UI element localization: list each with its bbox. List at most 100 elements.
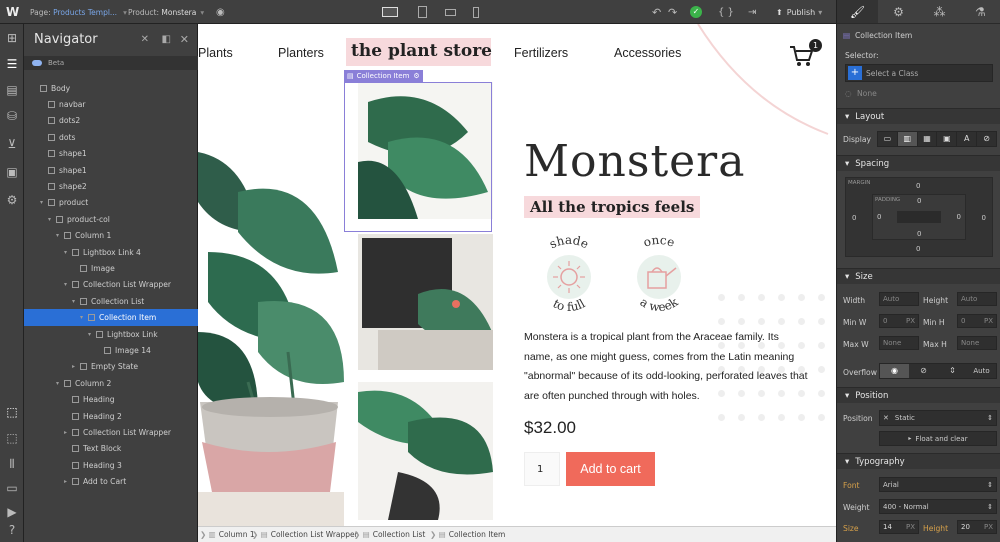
display-grid-icon[interactable]: ▦ <box>918 132 938 146</box>
position-section-header[interactable]: ▾ Position <box>837 387 1000 403</box>
breadcrumb-item[interactable]: ❯ ▥ Column 1 <box>200 530 255 539</box>
export-icon[interactable]: ⇥ <box>748 0 756 24</box>
min-height-input[interactable]: 0 PX <box>957 314 997 328</box>
navigator-item[interactable]: ▸ Add to Cart <box>24 473 198 489</box>
settings-gear-icon[interactable]: ⚙ <box>4 192 20 208</box>
display-flex-icon[interactable]: ▥ <box>897 132 918 146</box>
store-logo[interactable]: the plant store <box>351 41 492 61</box>
navigator-item[interactable]: ▾ product-col <box>24 211 198 227</box>
min-width-input[interactable]: 0 PX <box>879 314 919 328</box>
navigator-item[interactable]: navbar <box>24 96 198 112</box>
expand-arrow-icon[interactable]: ▾ <box>80 314 86 321</box>
margin-left-value[interactable]: 0 <box>852 214 856 222</box>
breadcrumb-item[interactable]: ❯ ▤ Collection List <box>354 530 425 539</box>
menu-plants[interactable]: Plants <box>198 46 233 60</box>
menu-planters[interactable]: Planters <box>278 46 324 60</box>
page-selector[interactable]: Products Templ... <box>53 8 117 17</box>
overflow-visible-icon[interactable]: ◉ <box>880 364 909 378</box>
margin-right-value[interactable]: 0 <box>982 214 986 222</box>
padding-right-value[interactable]: 0 <box>957 213 961 221</box>
undo-icon[interactable]: ↶ <box>652 0 661 24</box>
max-width-input[interactable]: None <box>879 336 919 350</box>
close-icon[interactable]: ✕ <box>180 33 189 46</box>
code-icon[interactable]: { } <box>718 0 734 24</box>
select-class-input[interactable]: Select a Class <box>866 69 918 78</box>
display-inline-icon[interactable]: A <box>957 132 978 146</box>
select-tool-icon[interactable]: ⬚ <box>4 404 20 420</box>
padding-left-value[interactable]: 0 <box>877 213 881 221</box>
webflow-logo[interactable]: W <box>6 0 19 24</box>
tablet-view-icon[interactable] <box>414 0 430 24</box>
navigator-item[interactable]: ▾ Column 1 <box>24 228 198 244</box>
main-plant-image[interactable] <box>198 82 344 526</box>
overflow-auto-button[interactable]: Auto <box>967 364 996 378</box>
padding-box[interactable]: PADDING 0 0 0 0 <box>872 194 966 240</box>
navigator-item[interactable]: shape2 <box>24 178 198 194</box>
ecommerce-cart-icon[interactable]: ⊻ <box>4 136 20 152</box>
product-selector[interactable]: Monstera <box>161 8 196 17</box>
quantity-input[interactable]: 1 <box>524 452 560 486</box>
expand-arrow-icon[interactable]: ▾ <box>56 232 62 239</box>
float-and-clear-toggle[interactable]: ▸ Float and clear <box>879 431 997 446</box>
xray-icon[interactable]: ⬚ <box>4 430 20 446</box>
selector-state[interactable]: None <box>857 89 877 98</box>
design-canvas[interactable]: Plants Planters the plant store Fertiliz… <box>198 24 836 526</box>
menu-fertilizers[interactable]: Fertilizers <box>514 46 568 60</box>
expand-arrow-icon[interactable]: ▾ <box>48 216 54 223</box>
navigator-item[interactable]: shape1 <box>24 146 198 162</box>
navigator-item[interactable]: Heading <box>24 391 198 407</box>
expand-arrow-icon[interactable]: ▾ <box>72 298 78 305</box>
expand-arrow-icon[interactable]: ▾ <box>56 380 62 387</box>
display-none-icon[interactable]: ⊘ <box>977 132 996 146</box>
navigator-item[interactable]: ▾ Lightbox Link 4 <box>24 244 198 260</box>
height-input[interactable]: Auto <box>957 292 997 306</box>
expand-arrow-icon[interactable]: ▸ <box>64 429 70 436</box>
layout-section-header[interactable]: ▾ Layout <box>837 108 1000 124</box>
desktop-view-icon[interactable] <box>380 0 400 24</box>
navigator-item[interactable]: dots <box>24 129 198 145</box>
navigator-item[interactable]: Image 14 <box>24 342 198 358</box>
margin-bottom-value[interactable]: 0 <box>916 245 920 253</box>
navigator-item[interactable]: Image <box>24 260 198 276</box>
font-size-input[interactable]: 14 PX <box>879 520 919 534</box>
mobile-landscape-icon[interactable] <box>442 0 458 24</box>
preview-eye-icon[interactable]: ◉ <box>216 0 225 24</box>
style-brush-icon[interactable]: 🖌 <box>837 0 878 23</box>
add-to-cart-button[interactable]: Add to cart <box>566 452 655 486</box>
display-block-icon[interactable]: ▭ <box>878 132 898 146</box>
guides-icon[interactable]: ⦀ <box>4 456 20 472</box>
expand-arrow-icon[interactable]: ▾ <box>64 249 70 256</box>
collection-item-tag[interactable]: Collection Item <box>357 72 410 80</box>
expand-arrow-icon[interactable]: ▸ <box>72 363 78 370</box>
publish-button[interactable]: Publish <box>787 8 816 17</box>
pages-icon[interactable]: ▤ <box>4 82 20 98</box>
collection-item-image-2[interactable] <box>358 234 493 370</box>
navigator-icon[interactable]: ☰ <box>4 56 20 72</box>
breadcrumb-item[interactable]: ❯ ▤ Collection List Wrapper <box>252 530 358 539</box>
help-icon[interactable]: ? <box>4 522 20 538</box>
padding-bottom-value[interactable]: 0 <box>917 230 921 238</box>
overflow-hidden-icon[interactable]: ⊘ <box>909 364 938 378</box>
collection-item-image-3[interactable] <box>358 382 493 520</box>
width-input[interactable]: Auto <box>879 292 919 306</box>
mobile-portrait-icon[interactable] <box>470 0 482 24</box>
dock-panel-icon[interactable]: ◧ <box>162 34 171 45</box>
display-inline-block-icon[interactable]: ▣ <box>937 132 958 146</box>
navigator-item[interactable]: Heading 3 <box>24 457 198 473</box>
navigator-item[interactable]: ▾ Column 2 <box>24 375 198 391</box>
weight-select[interactable]: 400 - Normal ⇕ <box>879 499 997 514</box>
video-icon[interactable]: ▶ <box>4 504 20 520</box>
assets-icon[interactable]: ▣ <box>4 164 20 180</box>
size-section-header[interactable]: ▾ Size <box>837 268 1000 284</box>
cms-icon[interactable]: ⛁ <box>4 108 20 124</box>
navigator-item[interactable]: Heading 2 <box>24 408 198 424</box>
settings-gear-icon[interactable]: ⚙ <box>413 72 419 80</box>
expand-arrow-icon[interactable]: ▸ <box>64 478 70 485</box>
drops-icon[interactable]: ⚗ <box>960 0 1000 23</box>
navigator-item[interactable]: dots2 <box>24 113 198 129</box>
line-height-input[interactable]: 20 PX <box>957 520 997 534</box>
navigator-item[interactable]: ▾ Collection Item <box>24 309 198 326</box>
interactions-icon[interactable]: ⁂ <box>919 0 960 23</box>
expand-arrow-icon[interactable]: ▾ <box>64 281 70 288</box>
navigator-item[interactable]: ▸ Collection List Wrapper <box>24 424 198 440</box>
